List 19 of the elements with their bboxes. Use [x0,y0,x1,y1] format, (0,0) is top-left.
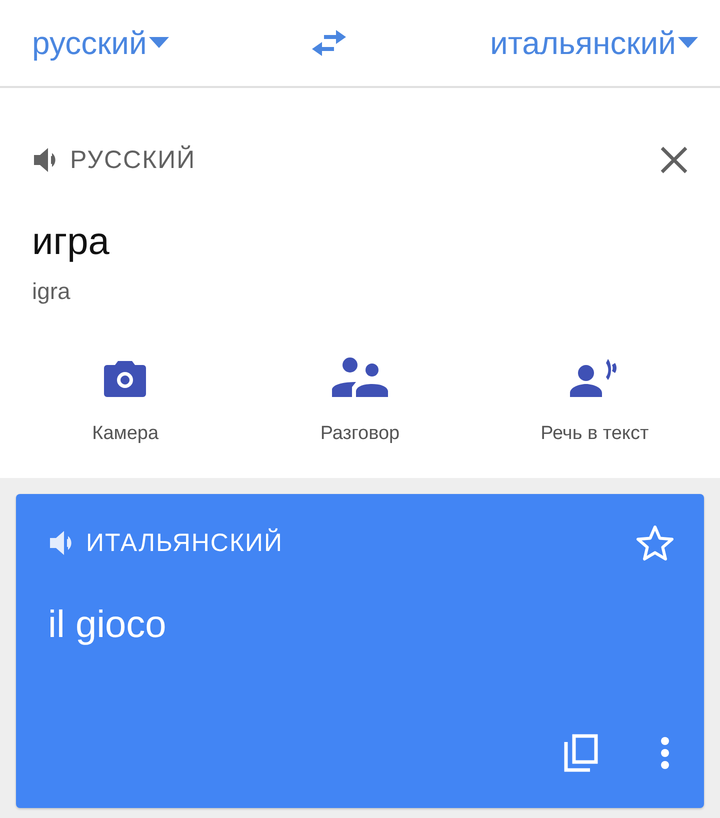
translation-text[interactable]: il gioco [48,604,674,647]
caret-icon [678,37,698,49]
action-button[interactable]: Разговор [242,351,478,445]
source-text[interactable]: игра [32,220,688,264]
camera-icon[interactable] [104,361,146,397]
source-language-dropdown[interactable]: русский [32,24,169,62]
copy-icon[interactable] [564,734,598,772]
action-button[interactable]: Камера [8,351,243,445]
action-button[interactable]: Речь в текст [477,351,712,445]
people-icon[interactable] [332,357,388,397]
more-icon[interactable] [660,736,670,770]
target-language-dropdown[interactable]: итальянский [490,24,698,62]
star-icon[interactable] [636,525,674,561]
transliteration-text: igra [32,278,72,305]
language-label: ИТАЛЬЯНСКИЙ [86,528,284,558]
caret-icon [148,37,169,49]
swap-icon[interactable] [310,28,348,58]
close-icon[interactable] [660,146,688,174]
language-label: РУССКИЙ [70,146,197,174]
